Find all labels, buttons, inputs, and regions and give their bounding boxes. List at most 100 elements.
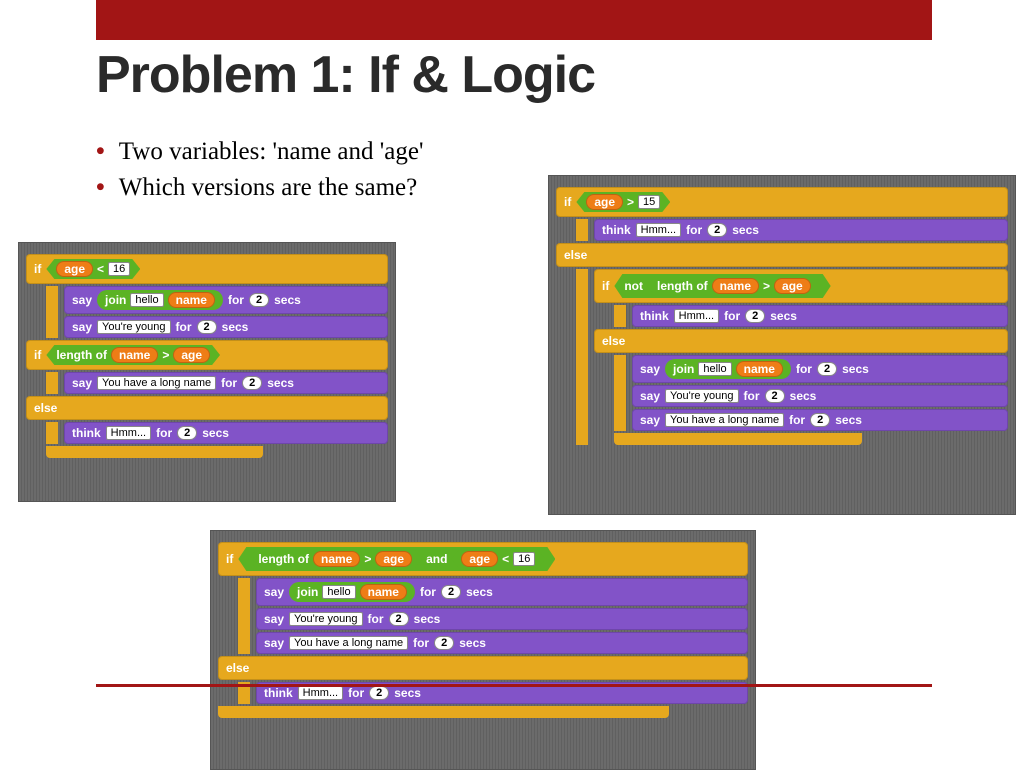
else-kw: else bbox=[564, 248, 587, 262]
txt-longname: You have a long name bbox=[289, 636, 408, 650]
join-kw: join bbox=[105, 293, 126, 307]
think-kw: think bbox=[72, 426, 101, 440]
say-block: say join hello name for 2 secs bbox=[64, 286, 388, 314]
footer-line bbox=[96, 684, 932, 687]
if-keyword: if bbox=[34, 348, 41, 362]
if-keyword: if bbox=[34, 262, 41, 276]
op-gt: > bbox=[763, 279, 770, 293]
num-2: 2 bbox=[441, 585, 461, 599]
think-kw: think bbox=[602, 223, 631, 237]
for-kw: for bbox=[156, 426, 172, 440]
say-kw: say bbox=[640, 362, 660, 376]
txt-hmm: Hmm... bbox=[298, 686, 343, 700]
join-op: join hello name bbox=[289, 582, 415, 602]
block-cap bbox=[218, 706, 669, 718]
secs-kw: secs bbox=[394, 686, 421, 700]
for-kw: for bbox=[744, 389, 760, 403]
var-age: age bbox=[375, 551, 412, 567]
txt-longname: You have a long name bbox=[97, 376, 216, 390]
say-block: say You have a long name for 2 secs bbox=[632, 409, 1008, 431]
num-2: 2 bbox=[249, 293, 269, 307]
num-2: 2 bbox=[389, 612, 409, 626]
if-kw: if bbox=[226, 552, 233, 566]
txt-hello: hello bbox=[130, 293, 163, 307]
bullet-text: Which versions are the same? bbox=[119, 174, 418, 201]
header-bar bbox=[96, 0, 932, 40]
for-kw: for bbox=[368, 612, 384, 626]
scratch-panel-a: if age < 16 say join hello name for 2 se… bbox=[18, 242, 396, 502]
if-block: if age > 15 bbox=[556, 187, 1008, 217]
bullet-item: •Two variables: 'name and 'age' bbox=[96, 138, 423, 166]
scratch-panel-c: if length of name > age and age < 16 say… bbox=[210, 530, 756, 770]
secs-kw: secs bbox=[770, 309, 797, 323]
txt-young: You're young bbox=[97, 320, 170, 334]
say-kw: say bbox=[72, 320, 92, 334]
var-name: name bbox=[168, 292, 215, 308]
condition-hex: length of name > age bbox=[46, 345, 220, 365]
think-kw: think bbox=[640, 309, 669, 323]
condition-hex: not length of name > age bbox=[614, 274, 830, 298]
condition-hex: age < 16 bbox=[46, 259, 140, 279]
if-block: if length of name > age and age < 16 bbox=[218, 542, 748, 576]
block-cap bbox=[46, 446, 263, 458]
var-name: name bbox=[712, 278, 759, 294]
secs-kw: secs bbox=[274, 293, 301, 307]
for-kw: for bbox=[724, 309, 740, 323]
say-kw: say bbox=[640, 389, 660, 403]
for-kw: for bbox=[413, 636, 429, 650]
say-block: say You're young for 2 secs bbox=[64, 316, 388, 338]
num-16: 16 bbox=[513, 552, 535, 566]
secs-kw: secs bbox=[466, 585, 493, 599]
else-block: else bbox=[594, 329, 1008, 353]
condition-hex: age > 15 bbox=[576, 192, 670, 212]
bullet-list: •Two variables: 'name and 'age' •Which v… bbox=[96, 138, 423, 210]
for-kw: for bbox=[789, 413, 805, 427]
secs-kw: secs bbox=[267, 376, 294, 390]
num-2: 2 bbox=[745, 309, 765, 323]
for-kw: for bbox=[686, 223, 702, 237]
not-kw: not bbox=[624, 279, 643, 293]
say-block: say You're young for 2 secs bbox=[632, 385, 1008, 407]
op-lt: < bbox=[502, 552, 509, 566]
if-block: if length of name > age bbox=[26, 340, 388, 370]
secs-kw: secs bbox=[459, 636, 486, 650]
secs-kw: secs bbox=[842, 362, 869, 376]
if-kw: if bbox=[564, 195, 571, 209]
num-2: 2 bbox=[810, 413, 830, 427]
num-2: 2 bbox=[242, 376, 262, 390]
lengthof-kw: length of bbox=[657, 279, 708, 293]
say-kw: say bbox=[640, 413, 660, 427]
join-op: join hello name bbox=[97, 290, 223, 310]
num-2: 2 bbox=[197, 320, 217, 334]
txt-hello: hello bbox=[698, 362, 731, 376]
secs-kw: secs bbox=[414, 612, 441, 626]
block-cap bbox=[614, 433, 862, 445]
say-block: say join hello name for 2 secs bbox=[256, 578, 748, 606]
if-block: if not length of name > age bbox=[594, 269, 1008, 303]
op-gt: > bbox=[364, 552, 371, 566]
say-kw: say bbox=[72, 293, 92, 307]
secs-kw: secs bbox=[835, 413, 862, 427]
say-block: say You're young for 2 secs bbox=[256, 608, 748, 630]
else-kw: else bbox=[226, 661, 249, 675]
txt-hmm: Hmm... bbox=[636, 223, 681, 237]
bullet-text: Two variables: 'name and 'age' bbox=[119, 138, 424, 165]
for-kw: for bbox=[796, 362, 812, 376]
else-block: else bbox=[556, 243, 1008, 267]
think-block: think Hmm... for 2 secs bbox=[594, 219, 1008, 241]
say-kw: say bbox=[264, 636, 284, 650]
num-2: 2 bbox=[765, 389, 785, 403]
for-kw: for bbox=[176, 320, 192, 334]
num-15: 15 bbox=[638, 195, 660, 209]
for-kw: for bbox=[420, 585, 436, 599]
var-name: name bbox=[736, 361, 783, 377]
num-2: 2 bbox=[707, 223, 727, 237]
join-kw: join bbox=[673, 362, 694, 376]
condition-hex: length of name > age and age < 16 bbox=[238, 547, 555, 571]
num-16: 16 bbox=[108, 262, 130, 276]
scratch-panel-b: if age > 15 think Hmm... for 2 secs else… bbox=[548, 175, 1016, 515]
num-2: 2 bbox=[369, 686, 389, 700]
else-block: else bbox=[218, 656, 748, 680]
op-lt: < bbox=[97, 262, 104, 276]
var-name: name bbox=[313, 551, 360, 567]
